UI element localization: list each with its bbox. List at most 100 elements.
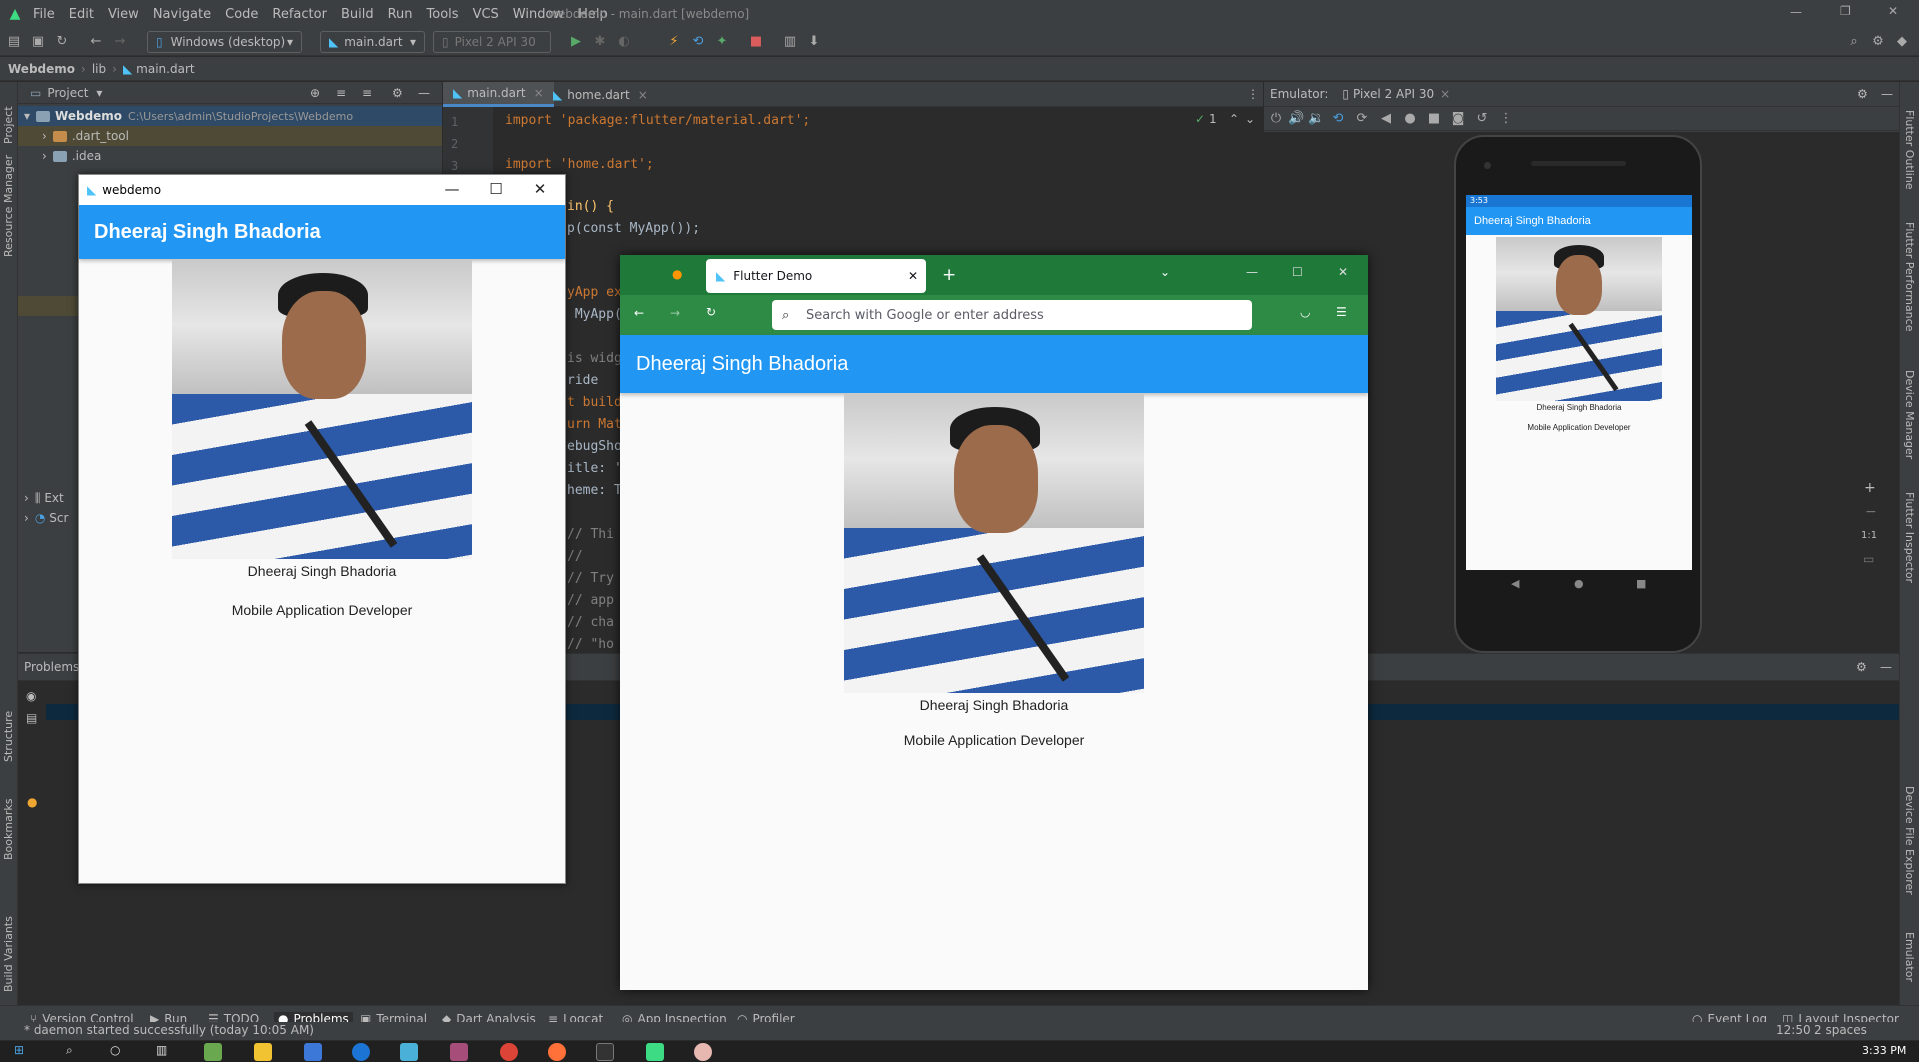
sdk-manager-icon[interactable]: ⬇ [806,34,822,50]
tab-resource-manager[interactable]: Resource Manager [2,155,15,257]
tree-root-webdemo[interactable]: ▾ Webdemo C:\Users\admin\StudioProjects\… [18,106,442,126]
run-config-selector[interactable]: ◣ main.dart ▾ [320,31,425,53]
close-icon[interactable]: × [638,88,648,102]
sync-icon[interactable]: ↻ [54,34,70,50]
edge-icon[interactable] [352,1043,370,1061]
close-tab-icon[interactable]: ✕ [908,269,918,283]
close-icon[interactable]: ✕ [1338,265,1348,279]
home-icon[interactable]: ● [1402,111,1418,127]
back-icon[interactable]: ◀ [1378,111,1394,127]
overview-icon[interactable]: ■ [1426,111,1442,127]
device-selector[interactable]: ▯ Windows (desktop) ▾ [147,31,302,53]
code-line-1[interactable]: import 'package:flutter/material.dart'; [505,113,810,128]
tab-flutter-inspector[interactable]: Flutter Inspector [1903,492,1916,583]
run-icon[interactable]: ▶ [568,34,584,50]
store-icon[interactable] [304,1043,322,1061]
gear-icon[interactable]: ⚙ [1857,87,1868,101]
search-icon[interactable]: ⌕ [1846,34,1862,50]
terminal-icon[interactable] [596,1043,614,1061]
forward-icon[interactable]: → [670,306,680,320]
snapshot-icon[interactable]: ↺ [1474,111,1490,127]
tab-project[interactable]: Project [2,106,15,144]
tab-list-icon[interactable]: ⌄ [1160,265,1170,279]
menu-edit[interactable]: Edit [62,7,101,22]
lightbulb-icon[interactable]: ● [27,795,37,809]
tree-item-idea[interactable]: › .idea [18,146,442,166]
chevron-down-icon[interactable]: ⌄ [1245,112,1255,126]
pocket-icon[interactable]: ◡ [1300,305,1310,319]
cursor-position[interactable]: 12:50 [1776,1023,1811,1037]
zoom-in-icon[interactable]: + [1864,480,1876,496]
collapse-all-icon[interactable]: ≡ [362,86,372,100]
close-icon[interactable]: ✕ [525,180,555,198]
filter-icon[interactable]: ▤ [26,711,37,725]
tab-device-file-explorer[interactable]: Device File Explorer [1903,786,1916,895]
nav-back-icon[interactable]: ◀ [1511,577,1519,590]
eye-icon[interactable]: ◉ [26,689,36,703]
indent-setting[interactable]: 2 spaces [1814,1023,1867,1037]
tab-bookmarks[interactable]: Bookmarks [2,799,15,860]
url-bar[interactable]: ⌕ Search with Google or enter address [772,300,1252,330]
menu-tools[interactable]: Tools [420,7,466,22]
gear-icon[interactable]: ⚙ [1870,34,1886,50]
debug-icon[interactable]: ✱ [592,34,608,50]
profile-icon[interactable]: ◐ [616,34,632,50]
breadcrumb-file[interactable]: main.dart [136,62,194,76]
zoom-out-icon[interactable]: − [1865,504,1877,520]
app-icon[interactable] [400,1043,418,1061]
firefox-view-icon[interactable]: ● [672,267,682,281]
browser-tab-flutter-demo[interactable]: ◣ Flutter Demo ✕ [706,259,926,293]
nav-home-icon[interactable]: ● [1574,577,1584,590]
open-folder-icon[interactable]: ▤ [6,34,22,50]
search-icon[interactable]: ⌕ [66,1043,73,1058]
new-tab-icon[interactable]: + [942,265,956,285]
hide-panel-icon[interactable]: — [1881,87,1893,101]
menu-view[interactable]: View [101,7,146,22]
volume-down-icon[interactable]: 🔉 [1308,111,1324,127]
minimize-icon[interactable]: — [1246,265,1258,279]
project-view-selector[interactable]: Project [47,86,88,100]
more-options-icon[interactable]: ⋮ [1247,87,1259,101]
phone-screen[interactable]: 3:53 Dheeraj Singh Bhadoria Dheeraj Sing… [1466,195,1692,570]
gear-icon[interactable]: ⚙ [392,86,403,100]
device-manager-icon[interactable]: ▥ [782,34,798,50]
status-message[interactable]: * daemon started successfully (today 10:… [24,1023,314,1037]
tab-main-dart[interactable]: ◣ main.dart × [443,82,554,107]
emulator-selector[interactable]: ▯ Pixel 2 API 30 [433,31,551,53]
minimize-icon[interactable]: — [437,180,467,198]
cortana-icon[interactable]: ○ [110,1043,120,1057]
desktop-window-titlebar[interactable]: ◣ webdemo — ☐ ✕ [79,175,565,205]
menu-file[interactable]: File [26,7,62,22]
ide-plugin-icon[interactable]: ◆ [1894,34,1910,50]
rotate-right-icon[interactable]: ⟳ [1354,111,1370,127]
save-icon[interactable]: ▣ [30,34,46,50]
reload-icon[interactable]: ↻ [706,305,716,319]
hamburger-menu-icon[interactable]: ☰ [1336,305,1347,319]
task-view-icon[interactable]: ▥ [156,1043,167,1057]
warning-icon[interactable]: ✓ [1195,112,1205,126]
file-explorer-icon[interactable] [254,1043,272,1061]
locate-icon[interactable]: ⊕ [310,86,320,100]
tab-device-manager[interactable]: Device Manager [1903,370,1916,459]
chevron-down-icon[interactable]: ▾ [96,86,102,100]
zoom-actual-size[interactable]: 1:1 [1861,530,1877,541]
tab-emulator[interactable]: Emulator [1903,932,1916,982]
stop-icon[interactable]: ■ [748,34,764,50]
forward-icon[interactable]: → [112,34,128,50]
hot-restart-icon[interactable]: ⟲ [690,34,706,50]
back-icon[interactable]: ← [88,34,104,50]
restore-icon[interactable]: ❐ [1840,4,1851,18]
windows-start-icon[interactable]: ⊞ [14,1043,24,1057]
flutter-inspector-icon[interactable]: ✦ [714,34,730,50]
menu-vcs[interactable]: VCS [466,7,506,22]
hide-panel-icon[interactable]: — [418,86,430,100]
chrome-icon[interactable] [500,1043,518,1061]
minimize-icon[interactable]: — [1790,5,1802,19]
android-studio-icon[interactable] [646,1043,664,1061]
power-icon[interactable]: ⏻ [1268,111,1284,127]
rotate-left-icon[interactable]: ⟲ [1330,111,1346,127]
slack-icon[interactable] [450,1043,468,1061]
app-icon[interactable] [204,1043,222,1061]
back-icon[interactable]: ← [634,306,644,320]
fit-screen-icon[interactable]: ▭ [1863,552,1874,566]
